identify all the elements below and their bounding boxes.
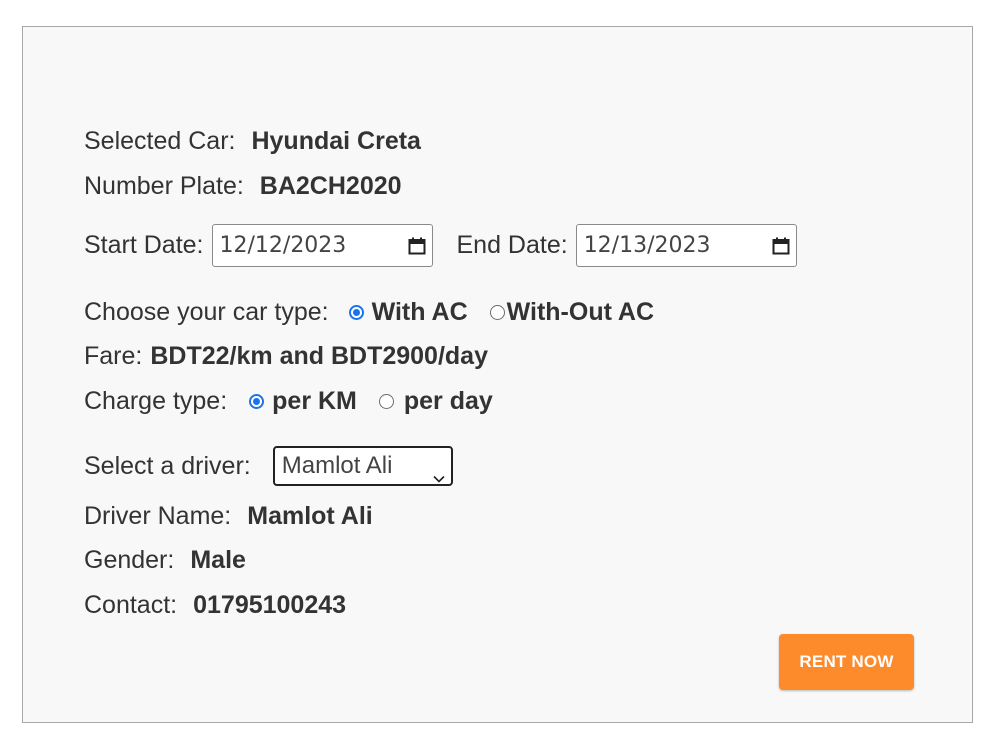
contact-row: Contact: 01795100243 <box>84 591 346 620</box>
gender-value: Male <box>190 546 246 574</box>
charge-type-label: Charge type: <box>84 387 228 415</box>
number-plate-row: Number Plate: BA2CH2020 <box>84 172 402 201</box>
start-date-input[interactable]: 12/12/2023 <box>211 224 433 267</box>
selected-car-row: Selected Car: Hyundai Creta <box>84 127 421 156</box>
start-date-value: 12/12/2023 <box>219 233 347 258</box>
radio-with-ac[interactable] <box>348 305 364 320</box>
number-plate-label: Number Plate: <box>84 172 244 200</box>
car-type-label: Choose your car type: <box>84 298 329 326</box>
calendar-icon[interactable] <box>772 237 790 255</box>
selected-car-value: Hyundai Creta <box>251 127 421 155</box>
selected-car-label: Selected Car: <box>84 127 236 155</box>
rental-form-card: Selected Car: Hyundai Creta Number Plate… <box>22 26 973 723</box>
contact-value: 01795100243 <box>193 591 347 619</box>
fare-row: Fare: BDT22/km and BDT2900/day <box>84 342 488 371</box>
without-ac-label[interactable]: With-Out AC <box>507 298 654 327</box>
gender-row: Gender: Male <box>84 546 246 575</box>
driver-name-row: Driver Name: Mamlot Ali <box>84 502 373 531</box>
end-date-label: End Date: <box>456 231 568 259</box>
start-date-label: Start Date: <box>84 231 204 259</box>
dates-row: Start Date: 12/12/2023 End Date: 12/13/2… <box>84 224 797 267</box>
radio-per-day[interactable] <box>378 394 394 409</box>
end-date-input[interactable]: 12/13/2023 <box>575 224 797 267</box>
charge-type-row: Charge type: per KM per day <box>84 387 493 416</box>
fare-label: Fare: <box>84 342 143 370</box>
end-date-value: 12/13/2023 <box>583 233 711 258</box>
fare-value: BDT22/km and BDT2900/day <box>150 342 488 370</box>
per-day-label[interactable]: per day <box>404 387 493 416</box>
driver-name-label: Driver Name: <box>84 502 232 530</box>
contact-label: Contact: <box>84 591 178 619</box>
chevron-down-icon <box>433 462 445 483</box>
driver-select-value: Mamlot Ali <box>281 452 393 479</box>
calendar-icon[interactable] <box>408 237 426 255</box>
radio-without-ac[interactable] <box>489 305 505 320</box>
driver-name-value: Mamlot Ali <box>247 502 373 530</box>
per-km-label[interactable]: per KM <box>272 387 357 416</box>
driver-select[interactable]: Mamlot Ali <box>272 446 453 486</box>
radio-per-km[interactable] <box>249 394 265 409</box>
driver-select-row: Select a driver: Mamlot Ali <box>84 446 453 486</box>
gender-label: Gender: <box>84 546 175 574</box>
driver-select-label: Select a driver: <box>84 451 251 480</box>
number-plate-value: BA2CH2020 <box>259 172 402 200</box>
car-type-row: Choose your car type: With AC With-Out A… <box>84 298 654 327</box>
rent-now-button[interactable]: RENT NOW <box>779 634 914 690</box>
with-ac-label[interactable]: With AC <box>372 298 468 327</box>
